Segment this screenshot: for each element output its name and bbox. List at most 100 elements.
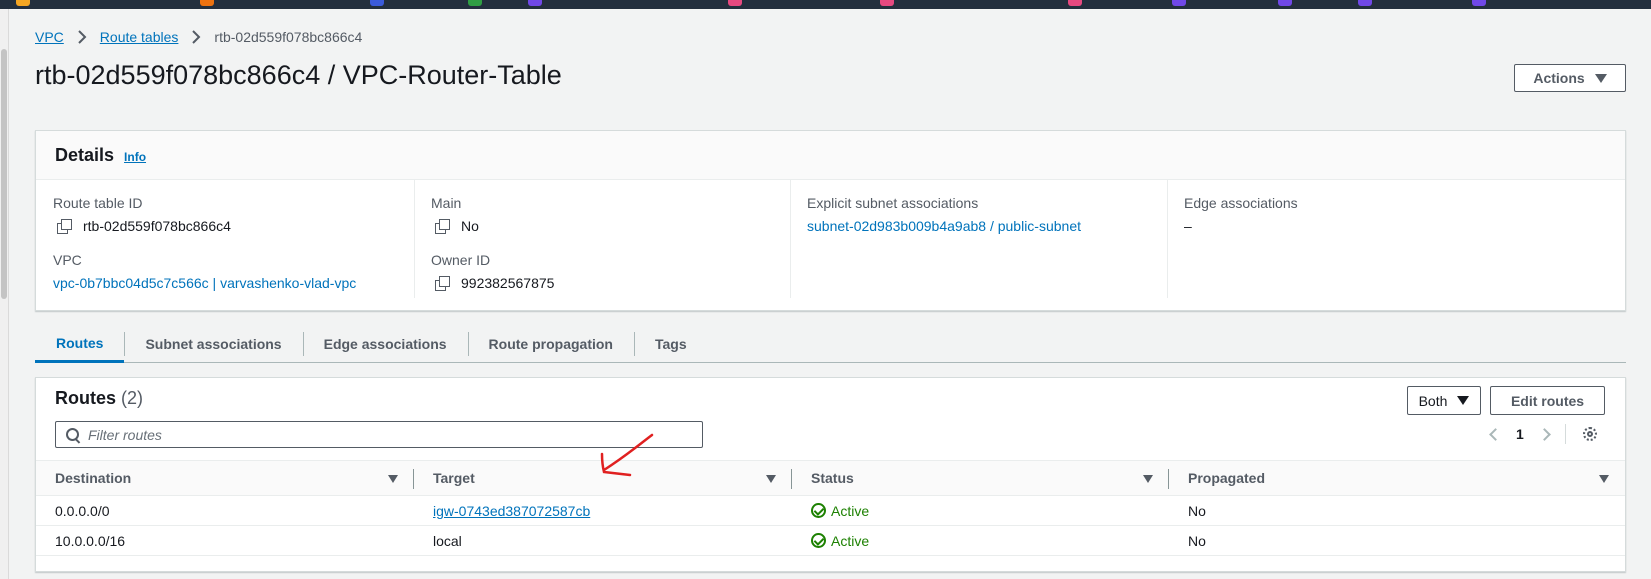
routes-count: (2) (121, 388, 144, 408)
caret-down-icon (1594, 73, 1607, 83)
bookmark-icon[interactable] (1068, 0, 1082, 6)
bookmark-icon[interactable] (200, 0, 214, 6)
gear-icon[interactable] (1582, 426, 1598, 442)
owner-id-field: Owner ID 992382567875 (431, 252, 554, 291)
bookmark-icon[interactable] (880, 0, 894, 6)
main-field: Main No (431, 195, 479, 234)
details-column-1: Route table ID rtb-02d559f078bc866c4 VPC… (36, 180, 413, 298)
both-dropdown-label: Both (1418, 392, 1448, 409)
cell-status: Active (792, 526, 1169, 555)
column-header-propagated[interactable]: Propagated (1169, 461, 1625, 495)
sort-down-icon (1599, 475, 1609, 483)
edge-associations-label: Edge associations (1184, 195, 1298, 211)
tab-tags[interactable]: Tags (633, 326, 708, 362)
check-circle-icon (811, 503, 826, 518)
target-igw-link[interactable]: igw-0743ed387072587cb (433, 503, 590, 519)
sort-down-icon (1143, 475, 1153, 483)
table-row[interactable]: 0.0.0.0/0 igw-0743ed387072587cb Active N… (36, 496, 1625, 526)
cell-target: local (433, 532, 462, 549)
main-label: Main (431, 195, 462, 211)
chevron-left-icon[interactable] (1489, 427, 1502, 441)
details-grid: Route table ID rtb-02d559f078bc866c4 VPC… (36, 180, 1625, 310)
column-header-label: Destination (55, 470, 132, 486)
tab-subnet-associations[interactable]: Subnet associations (124, 326, 302, 362)
chevron-right-icon (78, 30, 87, 44)
tab-edge-associations[interactable]: Edge associations (302, 326, 468, 362)
column-header-label: Status (811, 470, 854, 486)
filter-routes-input[interactable] (88, 426, 702, 443)
page-number[interactable]: 1 (1516, 426, 1524, 442)
actions-button[interactable]: Actions (1514, 64, 1626, 92)
sort-down-icon (388, 475, 398, 483)
details-header: Details Info (36, 131, 1625, 180)
details-heading: Details (55, 144, 115, 165)
column-header-target[interactable]: Target (414, 461, 792, 495)
edge-associations-field: Edge associations – (1184, 195, 1298, 234)
status-text: Active (831, 532, 870, 549)
page-title: rtb-02d559f078bc866c4 / VPC-Router-Table (35, 60, 562, 90)
breadcrumb-current: rtb-02d559f078bc866c4 (214, 29, 363, 45)
column-header-destination[interactable]: Destination (36, 461, 414, 495)
scrollbar-thumb[interactable] (1, 49, 7, 299)
explicit-subnet-label: Explicit subnet associations (807, 195, 979, 211)
route-table-id-value: rtb-02d559f078bc866c4 (83, 218, 231, 234)
chevron-right-icon (192, 30, 201, 44)
status-text: Active (831, 502, 870, 519)
copy-icon[interactable] (435, 219, 450, 234)
cell-propagated: No (1188, 532, 1206, 549)
breadcrumb-vpc-link[interactable]: VPC (35, 29, 64, 45)
table-row[interactable]: 10.0.0.0/16 local Active No (36, 526, 1625, 556)
explicit-subnet-link[interactable]: subnet-02d983b009b4a9ab8 / public-subnet (807, 218, 1081, 234)
cell-propagated: No (1188, 502, 1206, 519)
cell-destination: 10.0.0.0/16 (55, 532, 126, 549)
chevron-right-icon[interactable] (1537, 427, 1551, 441)
bookmark-icon[interactable] (370, 0, 384, 6)
owner-id-label: Owner ID (431, 252, 491, 268)
column-header-label: Target (433, 470, 475, 486)
bookmark-icon[interactable] (468, 0, 482, 6)
routes-title: Routes (55, 388, 117, 408)
cell-destination: 0.0.0.0/0 (55, 502, 110, 519)
explicit-subnet-field: Explicit subnet associations subnet-02d9… (807, 195, 1081, 234)
filter-routes-box[interactable] (55, 421, 703, 448)
actions-button-label: Actions (1533, 70, 1585, 86)
details-column-4: Edge associations – (1167, 180, 1625, 298)
details-column-3: Explicit subnet associations subnet-02d9… (790, 180, 1167, 298)
info-link[interactable]: Info (124, 150, 146, 164)
bookmark-icon[interactable] (728, 0, 742, 6)
both-dropdown[interactable]: Both (1407, 386, 1481, 415)
column-header-label: Propagated (1188, 470, 1266, 486)
edit-routes-button[interactable]: Edit routes (1490, 386, 1605, 415)
side-scrollbar[interactable] (0, 9, 9, 579)
tab-routes[interactable]: Routes (35, 326, 125, 363)
details-panel: Details Info Route table ID rtb-02d559f0… (35, 130, 1626, 311)
vpc-link[interactable]: vpc-0b7bbc04d5c7c566c | varvashenko-vlad… (53, 275, 356, 291)
bookmark-icon[interactable] (1278, 0, 1292, 6)
edge-associations-value: – (1184, 218, 1192, 234)
cell-target: igw-0743ed387072587cb (414, 496, 792, 525)
sort-down-icon (766, 475, 776, 483)
column-header-status[interactable]: Status (792, 461, 1169, 495)
browser-bookmarks-bar (0, 0, 1651, 9)
main-value: No (461, 218, 479, 234)
breadcrumb-route-tables-link[interactable]: Route tables (100, 29, 179, 45)
details-column-2: Main No Owner ID 992382567875 (414, 180, 790, 298)
copy-icon[interactable] (57, 219, 72, 234)
bookmark-icon[interactable] (16, 0, 30, 6)
cell-status: Active (792, 496, 1169, 525)
owner-id-value: 992382567875 (461, 275, 555, 291)
route-table-id-field: Route table ID rtb-02d559f078bc866c4 (53, 195, 231, 234)
tab-bar: Routes Subnet associations Edge associat… (35, 326, 1626, 363)
breadcrumb: VPC Route tables rtb-02d559f078bc866c4 (35, 28, 362, 46)
search-icon (66, 427, 80, 442)
bookmark-icon[interactable] (1358, 0, 1372, 6)
pagination: 1 (1489, 424, 1598, 444)
routes-heading: Routes (2) (55, 388, 143, 409)
pager-divider (1564, 424, 1566, 444)
copy-icon[interactable] (435, 276, 450, 291)
vpc-field: VPC vpc-0b7bbc04d5c7c566c | varvashenko-… (53, 252, 356, 291)
bookmark-icon[interactable] (528, 0, 542, 6)
bookmark-icon[interactable] (1172, 0, 1186, 6)
tab-route-propagation[interactable]: Route propagation (467, 326, 634, 362)
bookmark-icon[interactable] (1472, 0, 1486, 6)
